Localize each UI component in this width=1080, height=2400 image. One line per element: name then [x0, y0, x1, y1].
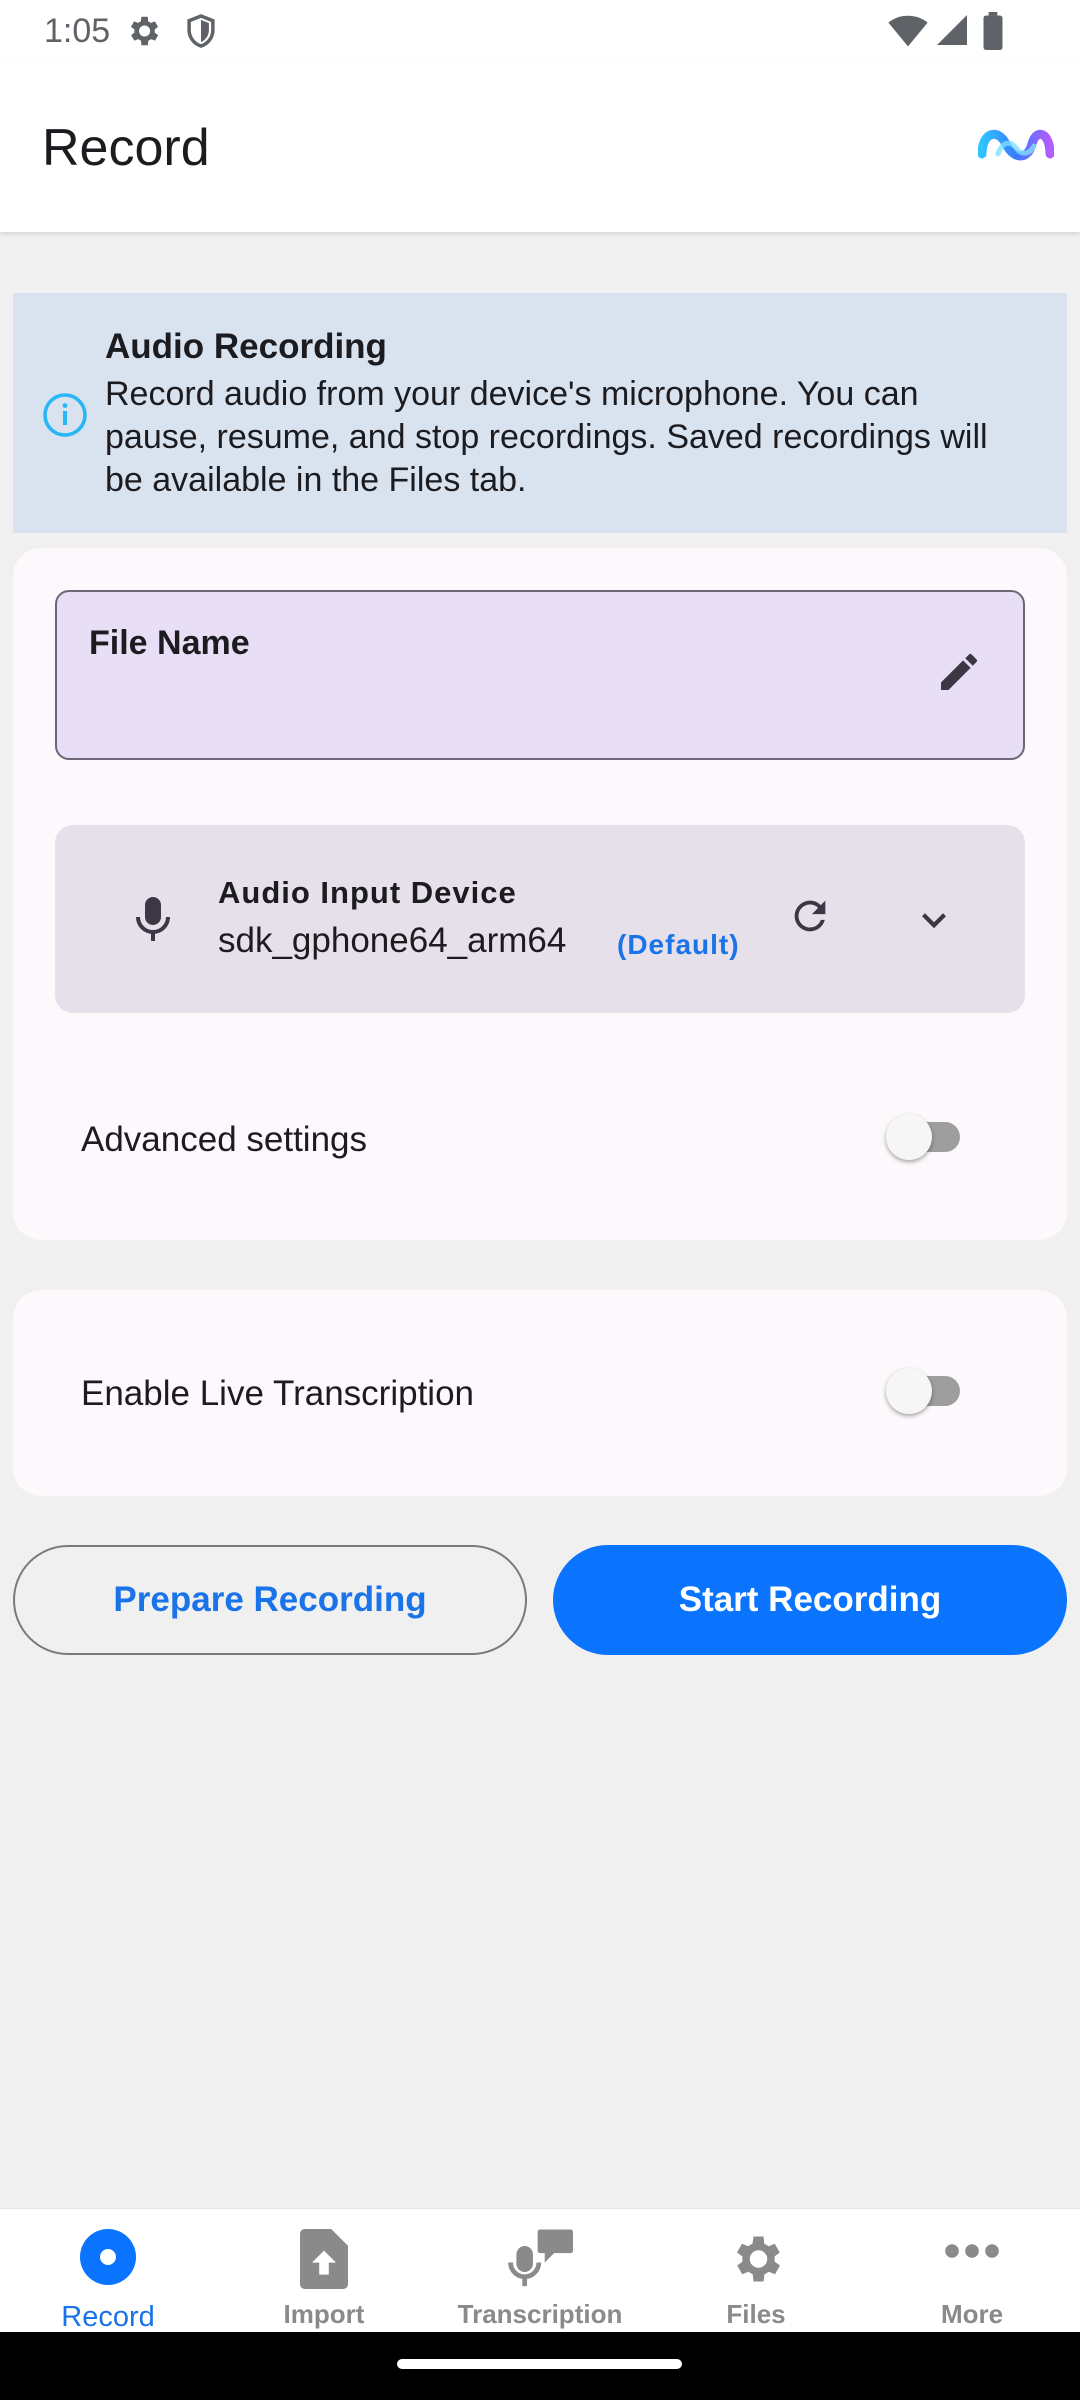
info-banner: Audio Recording Record audio from your d…	[13, 293, 1067, 533]
status-bar: 1:05	[0, 0, 1080, 60]
toggle-thumb	[886, 1368, 932, 1414]
wifi-icon	[888, 12, 928, 53]
status-time: 1:05	[44, 12, 111, 50]
nav-item-files[interactable]: Files	[648, 2209, 864, 2333]
file-name-field[interactable]: File Name	[55, 590, 1025, 760]
advanced-settings-toggle[interactable]	[886, 1114, 964, 1160]
nav-item-more[interactable]: More	[864, 2209, 1080, 2333]
edit-icon[interactable]	[935, 648, 983, 701]
app-logo-icon	[977, 120, 1055, 173]
nav-label: Import	[283, 2299, 365, 2329]
mic-icon	[131, 895, 175, 948]
refresh-icon[interactable]	[787, 893, 833, 944]
system-gesture-area	[0, 2332, 1080, 2400]
nav-item-import[interactable]: Import	[216, 2209, 432, 2333]
transcription-icon	[507, 2229, 573, 2294]
battery-icon	[982, 12, 1004, 55]
app-bar: Record	[0, 60, 1080, 232]
info-banner-text: Record audio from your device's micropho…	[105, 375, 988, 499]
audio-input-value: sdk_gphone64_arm64	[218, 921, 567, 960]
gear-icon	[124, 12, 162, 55]
live-transcription-label: Enable Live Transcription	[81, 1374, 474, 1413]
nav-item-transcription[interactable]: Transcription	[432, 2209, 648, 2333]
default-badge: (Default)	[617, 929, 740, 960]
nav-label: Transcription	[457, 2299, 623, 2329]
toggle-thumb	[886, 1114, 932, 1160]
record-icon	[80, 2229, 136, 2285]
page-title: Record	[42, 119, 210, 177]
nav-label: Files	[726, 2299, 786, 2329]
live-transcription-card: Enable Live Transcription	[13, 1290, 1067, 1496]
more-icon	[944, 2243, 1000, 2264]
info-banner-title: Audio Recording	[105, 327, 387, 366]
files-icon	[726, 2229, 786, 2294]
chevron-down-icon[interactable]	[913, 899, 955, 946]
info-icon	[41, 391, 89, 444]
prepare-recording-button[interactable]: Prepare Recording	[13, 1545, 527, 1655]
audio-input-label: Audio Input Device	[218, 875, 517, 910]
signal-icon	[934, 12, 970, 53]
live-transcription-toggle[interactable]	[886, 1368, 964, 1414]
advanced-settings-label: Advanced settings	[81, 1120, 368, 1159]
import-icon	[300, 2229, 348, 2294]
recording-settings-card: File Name Audio Input Device sdk_gphone6…	[13, 548, 1067, 1240]
start-recording-button[interactable]: Start Recording	[553, 1545, 1067, 1655]
nav-label: More	[940, 2299, 1004, 2329]
shield-icon	[182, 12, 220, 55]
nav-item-record[interactable]: Record	[0, 2209, 216, 2333]
nav-label: Record	[61, 2301, 155, 2333]
gesture-handle[interactable]	[397, 2359, 682, 2369]
file-name-label: File Name	[89, 624, 250, 662]
bottom-nav: Record Import Transcription Files More	[0, 2208, 1080, 2333]
audio-input-device-selector[interactable]: Audio Input Device sdk_gphone64_arm64 (D…	[55, 825, 1025, 1013]
